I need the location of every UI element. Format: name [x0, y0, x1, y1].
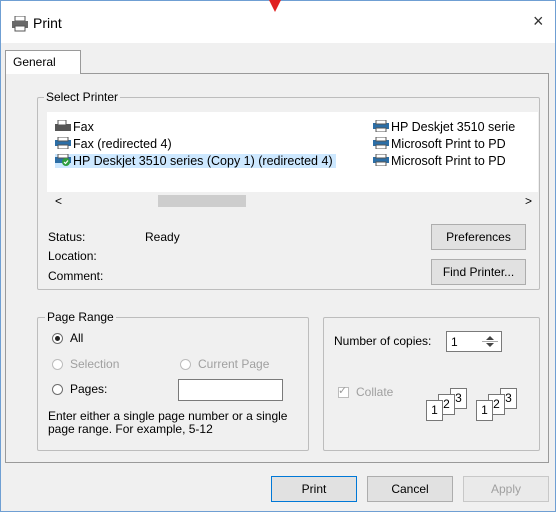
scroll-thumb[interactable] [158, 195, 246, 207]
selection-radio[interactable] [52, 359, 63, 370]
preferences-button[interactable]: Preferences [431, 224, 526, 250]
all-label: All [70, 331, 84, 345]
copies-value: 1 [451, 335, 458, 349]
number-of-copies-label: Number of copies: [334, 334, 432, 348]
pointer-marker [269, 0, 281, 12]
radio-dot [55, 336, 60, 341]
select-printer-legend: Select Printer [44, 90, 121, 104]
pages-label: Pages: [70, 382, 108, 396]
list-item[interactable]: HP Deskjet 3510 series (Copy 1) (redirec… [55, 154, 336, 168]
printer-name: HP Deskjet 3510 series (Copy 1) (redirec… [73, 154, 333, 168]
check-icon: ✓ [338, 385, 348, 397]
scroll-left-arrow[interactable]: < [55, 194, 62, 208]
collate-checkbox[interactable]: ✓ [338, 385, 349, 398]
page-sheet: 1 [476, 400, 493, 421]
pages-input[interactable] [178, 379, 283, 401]
printer-icon [373, 154, 389, 166]
printer-icon [373, 120, 389, 132]
tab-label: General [13, 55, 56, 69]
current-page-label: Current Page [198, 357, 270, 371]
all-radio[interactable] [52, 333, 63, 344]
page-sheet: 1 [426, 400, 443, 421]
printer-icon [12, 16, 28, 32]
comment-label: Comment: [48, 269, 104, 283]
scroll-right-arrow[interactable]: > [525, 194, 532, 208]
spin-arrows-icon [482, 336, 498, 347]
current-page-radio[interactable] [180, 359, 191, 370]
printer-name: Microsoft Print to PD [391, 154, 506, 168]
page-range-hint: Enter either a single page number or a s… [48, 409, 288, 436]
printer-list[interactable]: Fax Fax (redirected 4) HP Deskjet 3510 s… [47, 112, 538, 192]
window-title: Print [33, 15, 62, 31]
printer-name: Microsoft Print to PD [391, 137, 506, 151]
apply-button[interactable]: Apply [463, 476, 549, 502]
fax-icon [55, 120, 71, 131]
status-label: Status: [48, 230, 86, 244]
pages-radio[interactable] [52, 384, 63, 395]
page-range-legend: Page Range [45, 310, 116, 324]
printer-name: HP Deskjet 3510 serie [391, 120, 516, 134]
printer-name: Fax [73, 120, 94, 134]
default-printer-icon [55, 154, 71, 166]
printer-icon [55, 137, 71, 149]
close-button[interactable]: × [533, 11, 544, 32]
copies-spinner[interactable]: 1 [446, 331, 502, 352]
printer-name: Fax (redirected 4) [73, 137, 172, 151]
status-value: Ready [145, 230, 180, 244]
list-item[interactable]: Microsoft Print to PD [373, 154, 506, 168]
list-item[interactable]: HP Deskjet 3510 serie [373, 120, 515, 134]
list-item[interactable]: Fax [55, 120, 94, 134]
printer-icon [373, 137, 389, 149]
collate-label: Collate [356, 385, 394, 399]
list-item[interactable]: Fax (redirected 4) [55, 137, 172, 151]
tab-general[interactable]: General [5, 50, 81, 74]
horizontal-scrollbar[interactable]: < > [47, 192, 538, 210]
find-printer-button[interactable]: Find Printer... [431, 259, 526, 285]
list-item[interactable]: Microsoft Print to PD [373, 137, 506, 151]
print-button[interactable]: Print [271, 476, 357, 502]
location-label: Location: [48, 249, 97, 263]
cancel-button[interactable]: Cancel [367, 476, 453, 502]
selection-label: Selection [70, 357, 120, 371]
